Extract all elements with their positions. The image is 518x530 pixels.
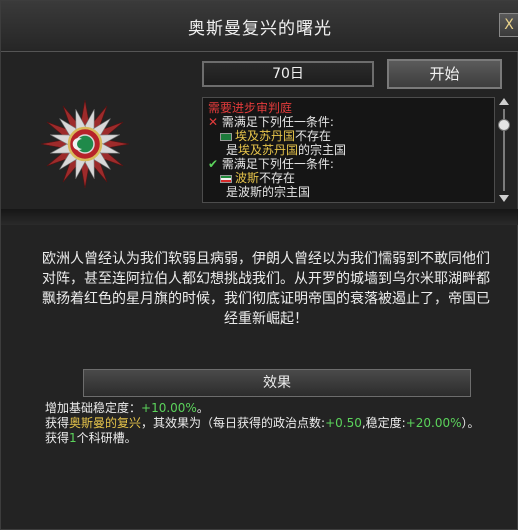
requirement-title: 需要进步审判庭	[208, 101, 293, 115]
decision-description: 欧洲人曾经认为我们软弱且病弱，伊朗人曾经以为我们懦弱到不敢同他们对阵，甚至连阿拉…	[42, 251, 490, 327]
duration-field: 70日	[202, 61, 374, 87]
window-title: 奥斯曼复兴的曙光	[188, 19, 332, 39]
not-exist-text: 不存在	[295, 129, 332, 143]
persia-name: 波斯	[235, 171, 260, 185]
requirement-egypt-overlord: 是埃及苏丹国的宗主国	[208, 143, 490, 157]
requirement-group-1: ✕ 需满足下列任一条件:	[208, 115, 490, 129]
section-divider	[1, 209, 518, 225]
egypt-name: 埃及苏丹国	[235, 129, 296, 143]
group-2-label: 需满足下列任一条件:	[221, 157, 334, 171]
effect-2-mid-2: ,稳定度:	[361, 416, 406, 430]
effect-3-suffix: 个科研槽。	[76, 431, 137, 445]
order-star-emblem-icon	[40, 99, 130, 189]
cross-icon: ✕	[208, 115, 219, 129]
scroll-up-arrow-icon[interactable]	[499, 98, 509, 105]
requirement-group-2: ✔ 需满足下列任一条件:	[208, 157, 490, 171]
requirements-scrollbar[interactable]	[495, 97, 513, 203]
egypt-flag-icon	[220, 132, 232, 141]
check-icon: ✔	[208, 157, 219, 171]
egypt-name-2: 埃及苏丹国	[238, 143, 299, 157]
persia-not-exist-text: 不存在	[259, 171, 296, 185]
effect-3-prefix: 获得	[45, 431, 70, 445]
start-button[interactable]: 开始	[387, 59, 502, 89]
effect-2-prefix: 获得	[45, 416, 70, 430]
effect-2-value-2: +20.00%	[405, 416, 462, 430]
close-icon: X	[504, 17, 514, 33]
effect-2-end: ）。	[461, 416, 480, 430]
requirement-cut-line: 是波斯的宗主国	[226, 185, 311, 199]
effect-3-value: 1	[69, 431, 77, 445]
effect-1-value: +10.00%	[141, 401, 197, 415]
effect-1-prefix: 增加基础稳定度：	[45, 401, 142, 415]
scroll-thumb[interactable]	[498, 119, 510, 131]
group-1-label: 需满足下列任一条件:	[221, 115, 334, 129]
effect-line-research: 获得1个科研槽。	[45, 431, 485, 446]
requirement-persia-not-exist: 波斯不存在	[208, 171, 490, 185]
effect-line-stability: 增加基础稳定度：+10.00%。	[45, 401, 485, 416]
effect-2-modifier[interactable]: 奥斯曼的复兴	[69, 416, 141, 430]
is-prefix: 是	[226, 143, 239, 157]
title-bar: 奥斯曼复兴的曙光 X	[1, 1, 518, 52]
requirement-egypt-not-exist: 埃及苏丹国不存在	[208, 129, 490, 143]
persia-flag-icon	[220, 174, 232, 183]
decision-window: 奥斯曼复兴的曙光 X 70日 开始 需要进步审判庭 ✕ 需满足下列任一条件: 埃…	[0, 0, 518, 530]
effect-1-suffix: 。	[196, 401, 209, 415]
scroll-down-arrow-icon[interactable]	[499, 195, 509, 202]
effects-list: 增加基础稳定度：+10.00%。 获得奥斯曼的复兴，其效果为（每日获得的政治点数…	[45, 401, 485, 446]
overlord-suffix: 的宗主国	[298, 143, 347, 157]
effect-line-modifier: 获得奥斯曼的复兴，其效果为（每日获得的政治点数:+0.50,稳定度:+20.00…	[45, 416, 485, 431]
close-button[interactable]: X	[499, 13, 518, 37]
requirements-box: 需要进步审判庭 ✕ 需满足下列任一条件: 埃及苏丹国不存在 是埃及苏丹国的宗主国…	[202, 97, 495, 203]
effects-header: 效果	[83, 369, 471, 397]
effect-2-value-1: +0.50	[325, 416, 362, 430]
effect-2-mid: ，其效果为（每日获得的政治点数:	[141, 416, 326, 430]
